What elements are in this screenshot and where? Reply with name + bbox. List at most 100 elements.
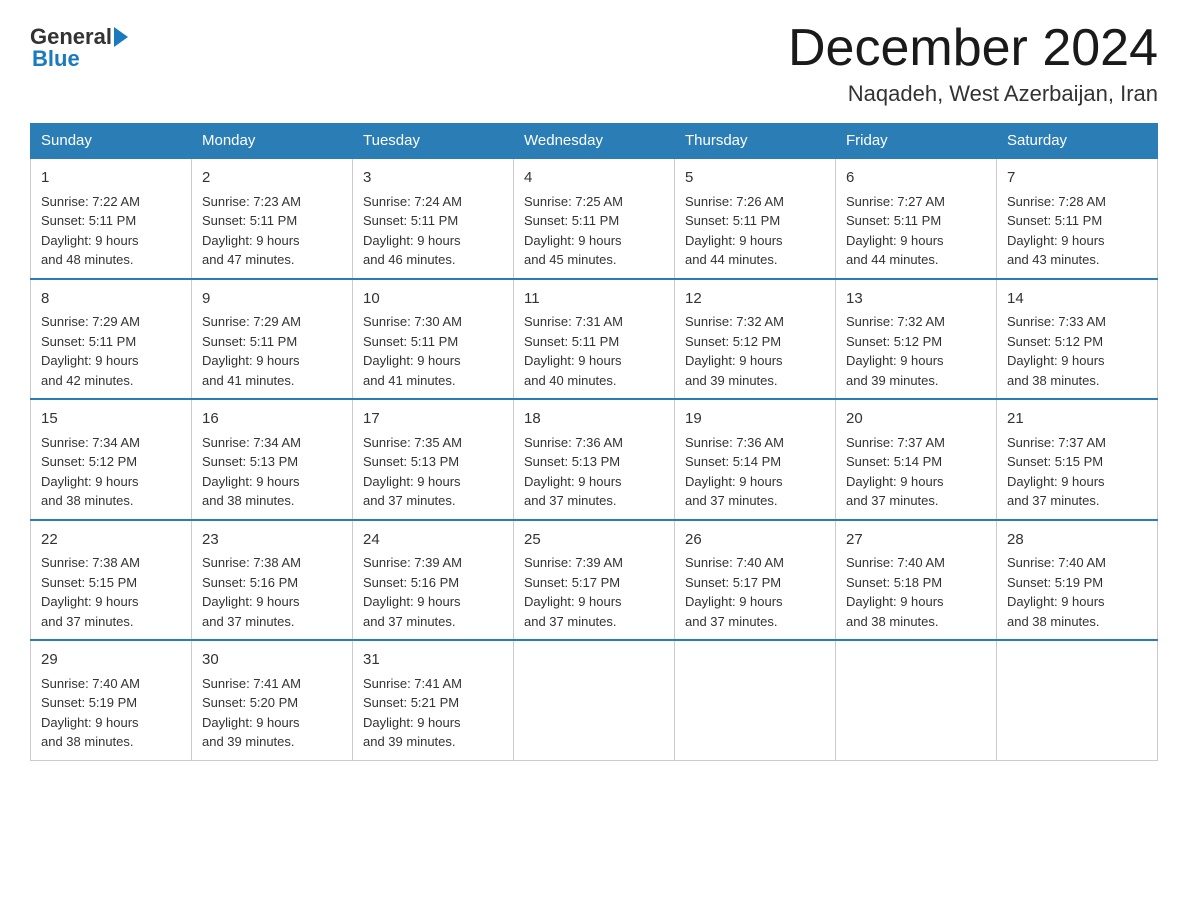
day-number: 26 — [685, 529, 825, 552]
table-row: 24 Sunrise: 7:39 AMSunset: 5:16 PMDaylig… — [353, 520, 514, 641]
table-row: 2 Sunrise: 7:23 AMSunset: 5:11 PMDayligh… — [192, 158, 353, 279]
table-row — [514, 640, 675, 760]
day-info: Sunrise: 7:41 AMSunset: 5:20 PMDaylight:… — [202, 676, 301, 750]
col-monday: Monday — [192, 124, 353, 159]
day-number: 27 — [846, 529, 986, 552]
day-number: 17 — [363, 408, 503, 431]
col-thursday: Thursday — [675, 124, 836, 159]
day-info: Sunrise: 7:32 AMSunset: 5:12 PMDaylight:… — [846, 314, 945, 388]
table-row: 9 Sunrise: 7:29 AMSunset: 5:11 PMDayligh… — [192, 279, 353, 400]
day-number: 12 — [685, 288, 825, 311]
day-info: Sunrise: 7:41 AMSunset: 5:21 PMDaylight:… — [363, 676, 462, 750]
table-row: 31 Sunrise: 7:41 AMSunset: 5:21 PMDaylig… — [353, 640, 514, 760]
day-number: 28 — [1007, 529, 1147, 552]
calendar-table: Sunday Monday Tuesday Wednesday Thursday… — [30, 123, 1158, 761]
day-number: 2 — [202, 167, 342, 190]
day-number: 22 — [41, 529, 181, 552]
day-number: 9 — [202, 288, 342, 311]
day-info: Sunrise: 7:38 AMSunset: 5:16 PMDaylight:… — [202, 555, 301, 629]
title-block: December 2024 Naqadeh, West Azerbaijan, … — [788, 20, 1158, 107]
day-number: 14 — [1007, 288, 1147, 311]
day-number: 11 — [524, 288, 664, 311]
day-number: 3 — [363, 167, 503, 190]
day-info: Sunrise: 7:29 AMSunset: 5:11 PMDaylight:… — [202, 314, 301, 388]
day-number: 4 — [524, 167, 664, 190]
logo-general-text: General — [30, 26, 112, 48]
day-info: Sunrise: 7:28 AMSunset: 5:11 PMDaylight:… — [1007, 194, 1106, 268]
calendar-week-4: 22 Sunrise: 7:38 AMSunset: 5:15 PMDaylig… — [31, 520, 1158, 641]
day-info: Sunrise: 7:40 AMSunset: 5:18 PMDaylight:… — [846, 555, 945, 629]
table-row: 7 Sunrise: 7:28 AMSunset: 5:11 PMDayligh… — [997, 158, 1158, 279]
col-tuesday: Tuesday — [353, 124, 514, 159]
col-friday: Friday — [836, 124, 997, 159]
day-number: 15 — [41, 408, 181, 431]
calendar-week-1: 1 Sunrise: 7:22 AMSunset: 5:11 PMDayligh… — [31, 158, 1158, 279]
table-row: 27 Sunrise: 7:40 AMSunset: 5:18 PMDaylig… — [836, 520, 997, 641]
table-row — [997, 640, 1158, 760]
page-header: General Blue December 2024 Naqadeh, West… — [30, 20, 1158, 107]
table-row: 28 Sunrise: 7:40 AMSunset: 5:19 PMDaylig… — [997, 520, 1158, 641]
calendar-week-2: 8 Sunrise: 7:29 AMSunset: 5:11 PMDayligh… — [31, 279, 1158, 400]
day-info: Sunrise: 7:27 AMSunset: 5:11 PMDaylight:… — [846, 194, 945, 268]
day-number: 29 — [41, 649, 181, 672]
day-info: Sunrise: 7:35 AMSunset: 5:13 PMDaylight:… — [363, 435, 462, 509]
day-number: 20 — [846, 408, 986, 431]
day-number: 16 — [202, 408, 342, 431]
day-number: 1 — [41, 167, 181, 190]
day-info: Sunrise: 7:33 AMSunset: 5:12 PMDaylight:… — [1007, 314, 1106, 388]
day-info: Sunrise: 7:26 AMSunset: 5:11 PMDaylight:… — [685, 194, 784, 268]
day-number: 5 — [685, 167, 825, 190]
calendar-week-3: 15 Sunrise: 7:34 AMSunset: 5:12 PMDaylig… — [31, 399, 1158, 520]
day-number: 21 — [1007, 408, 1147, 431]
table-row: 25 Sunrise: 7:39 AMSunset: 5:17 PMDaylig… — [514, 520, 675, 641]
table-row: 13 Sunrise: 7:32 AMSunset: 5:12 PMDaylig… — [836, 279, 997, 400]
month-title: December 2024 — [788, 20, 1158, 77]
table-row: 10 Sunrise: 7:30 AMSunset: 5:11 PMDaylig… — [353, 279, 514, 400]
table-row: 30 Sunrise: 7:41 AMSunset: 5:20 PMDaylig… — [192, 640, 353, 760]
location-title: Naqadeh, West Azerbaijan, Iran — [788, 81, 1158, 107]
day-info: Sunrise: 7:30 AMSunset: 5:11 PMDaylight:… — [363, 314, 462, 388]
day-info: Sunrise: 7:37 AMSunset: 5:14 PMDaylight:… — [846, 435, 945, 509]
logo: General Blue — [30, 20, 130, 72]
table-row: 17 Sunrise: 7:35 AMSunset: 5:13 PMDaylig… — [353, 399, 514, 520]
day-number: 6 — [846, 167, 986, 190]
day-number: 8 — [41, 288, 181, 311]
day-number: 31 — [363, 649, 503, 672]
day-info: Sunrise: 7:36 AMSunset: 5:14 PMDaylight:… — [685, 435, 784, 509]
day-info: Sunrise: 7:39 AMSunset: 5:17 PMDaylight:… — [524, 555, 623, 629]
day-number: 18 — [524, 408, 664, 431]
table-row: 15 Sunrise: 7:34 AMSunset: 5:12 PMDaylig… — [31, 399, 192, 520]
day-number: 25 — [524, 529, 664, 552]
day-info: Sunrise: 7:34 AMSunset: 5:13 PMDaylight:… — [202, 435, 301, 509]
table-row: 16 Sunrise: 7:34 AMSunset: 5:13 PMDaylig… — [192, 399, 353, 520]
day-info: Sunrise: 7:32 AMSunset: 5:12 PMDaylight:… — [685, 314, 784, 388]
day-info: Sunrise: 7:40 AMSunset: 5:17 PMDaylight:… — [685, 555, 784, 629]
table-row: 5 Sunrise: 7:26 AMSunset: 5:11 PMDayligh… — [675, 158, 836, 279]
table-row — [836, 640, 997, 760]
day-number: 23 — [202, 529, 342, 552]
day-number: 30 — [202, 649, 342, 672]
table-row: 1 Sunrise: 7:22 AMSunset: 5:11 PMDayligh… — [31, 158, 192, 279]
day-info: Sunrise: 7:22 AMSunset: 5:11 PMDaylight:… — [41, 194, 140, 268]
calendar-header-row: Sunday Monday Tuesday Wednesday Thursday… — [31, 124, 1158, 159]
day-number: 19 — [685, 408, 825, 431]
table-row: 23 Sunrise: 7:38 AMSunset: 5:16 PMDaylig… — [192, 520, 353, 641]
day-number: 10 — [363, 288, 503, 311]
table-row: 8 Sunrise: 7:29 AMSunset: 5:11 PMDayligh… — [31, 279, 192, 400]
logo-triangle-icon — [114, 27, 128, 47]
col-saturday: Saturday — [997, 124, 1158, 159]
day-number: 24 — [363, 529, 503, 552]
table-row: 29 Sunrise: 7:40 AMSunset: 5:19 PMDaylig… — [31, 640, 192, 760]
table-row: 12 Sunrise: 7:32 AMSunset: 5:12 PMDaylig… — [675, 279, 836, 400]
day-info: Sunrise: 7:36 AMSunset: 5:13 PMDaylight:… — [524, 435, 623, 509]
table-row: 14 Sunrise: 7:33 AMSunset: 5:12 PMDaylig… — [997, 279, 1158, 400]
day-info: Sunrise: 7:25 AMSunset: 5:11 PMDaylight:… — [524, 194, 623, 268]
table-row: 11 Sunrise: 7:31 AMSunset: 5:11 PMDaylig… — [514, 279, 675, 400]
table-row: 21 Sunrise: 7:37 AMSunset: 5:15 PMDaylig… — [997, 399, 1158, 520]
day-number: 7 — [1007, 167, 1147, 190]
calendar-week-5: 29 Sunrise: 7:40 AMSunset: 5:19 PMDaylig… — [31, 640, 1158, 760]
logo-blue-text: Blue — [30, 46, 80, 72]
table-row: 18 Sunrise: 7:36 AMSunset: 5:13 PMDaylig… — [514, 399, 675, 520]
day-info: Sunrise: 7:29 AMSunset: 5:11 PMDaylight:… — [41, 314, 140, 388]
day-info: Sunrise: 7:31 AMSunset: 5:11 PMDaylight:… — [524, 314, 623, 388]
